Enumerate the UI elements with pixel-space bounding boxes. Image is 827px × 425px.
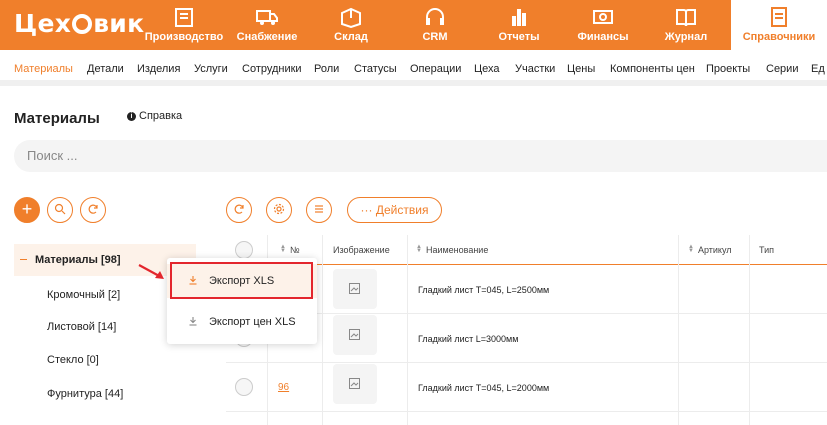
refresh-grid-button[interactable] xyxy=(226,197,252,223)
book-icon xyxy=(676,9,696,27)
nav-label: Производство xyxy=(144,31,224,43)
row-name: Гладкий лист T=045, L=2000мм xyxy=(418,383,550,393)
search-input[interactable]: Поиск ... xyxy=(14,140,827,172)
settings-grid-button[interactable] xyxy=(266,197,292,223)
subnav-employees[interactable]: Сотрудники xyxy=(242,63,302,75)
plus-icon: + xyxy=(21,199,33,219)
tree-item-fittings[interactable]: Фурнитура [44] xyxy=(47,388,123,400)
subnav-prices[interactable]: Цены xyxy=(567,63,595,75)
add-button[interactable]: + xyxy=(14,197,40,223)
nav-directories[interactable]: Справочники xyxy=(731,0,827,50)
column-header-type: Тип xyxy=(759,245,775,255)
headset-icon xyxy=(426,8,444,25)
search-icon xyxy=(54,203,66,215)
refresh-icon xyxy=(88,204,98,214)
nav-label: Снабжение xyxy=(236,31,298,43)
document-icon xyxy=(771,7,787,27)
download-icon xyxy=(189,317,197,326)
gear-icon xyxy=(273,203,285,215)
help-link[interactable]: i Справка xyxy=(127,110,182,122)
app-logo[interactable]: Цех вик xyxy=(14,9,144,38)
subnav-roles[interactable]: Роли xyxy=(314,63,339,75)
subnav-statuses[interactable]: Статусы xyxy=(354,63,397,75)
page-title: Материалы xyxy=(14,110,100,127)
collapse-icon xyxy=(20,259,27,260)
nav-label: Отчеты xyxy=(498,31,540,43)
search-placeholder: Поиск ... xyxy=(27,148,78,163)
nav-label: CRM xyxy=(422,31,448,43)
column-header-number[interactable]: ▲ ▼ № xyxy=(280,244,300,255)
red-arrow-icon xyxy=(138,264,164,279)
help-label: Справка xyxy=(139,110,183,122)
columns-grid-button[interactable] xyxy=(306,197,332,223)
column-header-name[interactable]: ▲ ▼ Наименование xyxy=(416,244,488,255)
menu-item-label: Экспорт цен XLS xyxy=(209,316,296,328)
sort-icon: ▲ ▼ xyxy=(688,244,694,254)
subnav-parts[interactable]: Детали xyxy=(87,63,124,75)
subnav-products[interactable]: Изделия xyxy=(137,63,180,75)
box-icon xyxy=(341,7,361,28)
nav-label: Журнал xyxy=(664,31,708,43)
nav-supply[interactable]: Снабжение xyxy=(219,0,315,50)
image-placeholder-icon xyxy=(349,378,360,389)
nav-label: Справочники xyxy=(742,31,816,43)
subnav-services[interactable]: Услуги xyxy=(194,63,228,75)
subnav-price-components[interactable]: Компоненты цен xyxy=(610,63,695,75)
menu-item-export-prices-xls[interactable]: Экспорт цен XLS xyxy=(167,305,317,339)
row-image xyxy=(333,269,377,309)
row-image xyxy=(333,315,377,355)
truck-icon xyxy=(256,10,278,25)
subnav-projects[interactable]: Проекты xyxy=(706,63,750,75)
search-tree-button[interactable] xyxy=(47,197,73,223)
sort-icon: ▲ ▼ xyxy=(416,244,422,254)
list-icon xyxy=(315,205,323,213)
row-name: Гладкий лист L=3000мм xyxy=(418,334,519,344)
table-row[interactable]: 96 Гладкий лист T=045, L=2000мм xyxy=(226,363,827,412)
nav-label: Финансы xyxy=(577,31,629,43)
image-placeholder-icon xyxy=(349,329,360,340)
nav-label: Склад xyxy=(334,31,368,43)
bar-chart-icon xyxy=(512,9,526,26)
subnav-workshops[interactable]: Цеха xyxy=(474,63,500,75)
nav-reports[interactable]: Отчеты xyxy=(471,0,567,50)
row-number-link[interactable]: 96 xyxy=(278,382,289,393)
row-image xyxy=(333,364,377,404)
gear-logo-icon xyxy=(72,14,93,34)
subnav-series[interactable]: Серии xyxy=(766,63,798,75)
sort-icon: ▲ ▼ xyxy=(280,244,286,254)
nav-finance[interactable]: Финансы xyxy=(555,0,651,50)
subnav-units[interactable]: Ед xyxy=(811,63,825,75)
row-select-radio[interactable] xyxy=(235,378,253,396)
row-name: Гладкий лист T=045, L=2500мм xyxy=(418,285,550,295)
nav-warehouse[interactable]: Склад xyxy=(303,0,399,50)
subnav-scrollbar[interactable] xyxy=(0,80,827,86)
tree-item-glass[interactable]: Стекло [0] xyxy=(47,354,99,366)
nav-crm[interactable]: CRM xyxy=(387,0,483,50)
info-icon: i xyxy=(127,112,136,121)
factory-icon xyxy=(175,8,193,27)
refresh-tree-button[interactable] xyxy=(80,197,106,223)
column-header-article[interactable]: ▲ ▼ Артикул xyxy=(688,244,732,255)
tree-item-sheet[interactable]: Листовой [14] xyxy=(47,321,116,333)
nav-journal[interactable]: Журнал xyxy=(638,0,734,50)
highlight-annotation xyxy=(170,262,313,299)
actions-button[interactable]: ··· Действия xyxy=(347,197,442,223)
subnav-sections[interactable]: Участки xyxy=(515,63,555,75)
image-placeholder-icon xyxy=(349,283,360,294)
top-navigation-bar: Цех вик Производство Снабжение Склад CRM … xyxy=(0,0,827,50)
column-header-image: Изображение xyxy=(333,245,390,255)
subnav-operations[interactable]: Операции xyxy=(410,63,461,75)
refresh-icon xyxy=(234,204,244,214)
money-icon xyxy=(593,10,613,24)
tree-item-edge[interactable]: Кромочный [2] xyxy=(47,289,120,301)
subnav-materials[interactable]: Материалы xyxy=(14,63,73,75)
select-all-radio[interactable] xyxy=(235,241,253,259)
tree-root-label: Материалы [98] xyxy=(35,254,121,266)
nav-production[interactable]: Производство xyxy=(136,0,232,50)
